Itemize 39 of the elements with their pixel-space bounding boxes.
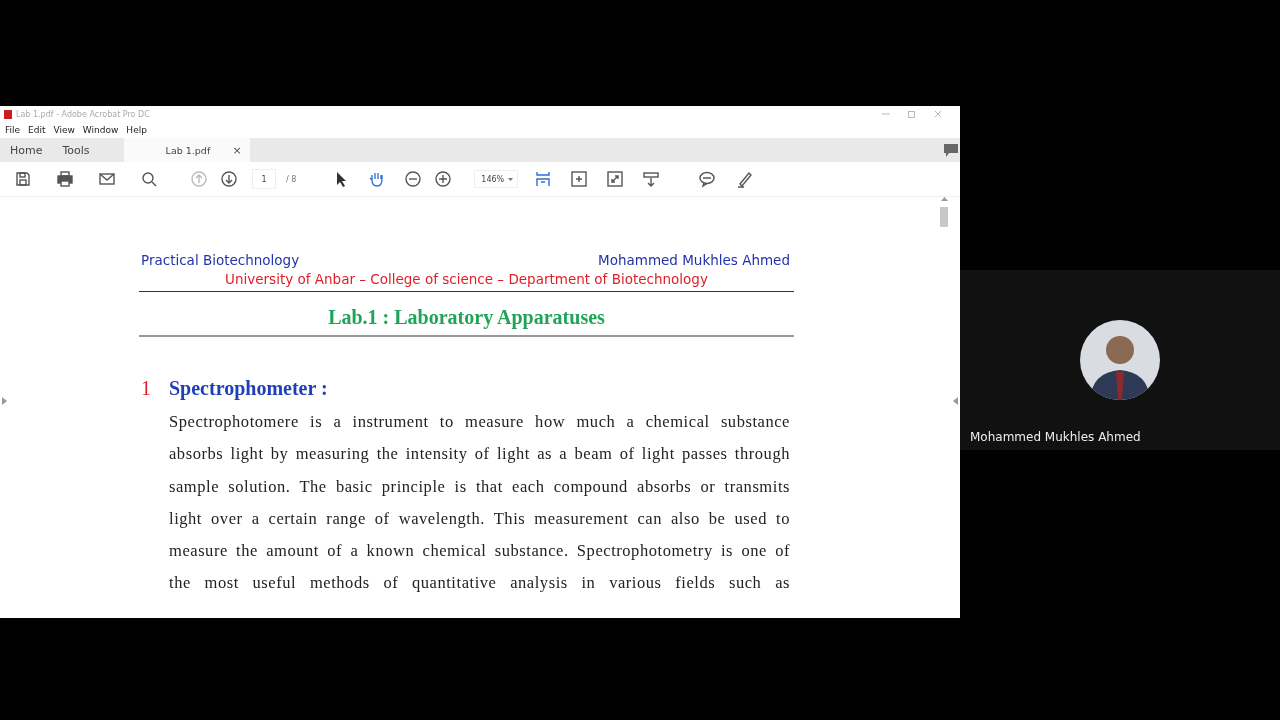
tab-close-button[interactable]: × <box>232 143 242 157</box>
section-number: 1 <box>140 377 151 400</box>
menu-item[interactable]: Help <box>126 125 147 135</box>
body-paragraph: Spectrophotomere is a instrument to measure how much a chemical substance absorbs light by measuring the intensity of light as a beam of light passes through sample solution. The basic principle is that each compound absorbs or transmits light over a certain range of wavelength. This measurement can also be used to measure the amount of a known chemical substance. Spectrophotometry is one of the most useful methods of quantitative analysis in various fields such as <box>169 411 790 595</box>
section-heading: Spectrophometer : <box>169 377 328 400</box>
participant-name: Mohammed Mukhles Ahmed <box>970 430 1141 444</box>
fit-page-icon[interactable] <box>534 170 553 188</box>
scrollbar-thumb[interactable] <box>940 207 948 227</box>
next-page-icon[interactable] <box>220 170 238 188</box>
author-name: Mohammed Mukhles Ahmed <box>598 252 790 268</box>
right-panel-arrow-icon[interactable] <box>953 397 958 405</box>
print-icon[interactable] <box>56 170 74 188</box>
fit-width-icon[interactable] <box>570 170 589 188</box>
header-text: Practical Biotechnology <box>141 252 300 268</box>
app-icon <box>4 109 12 119</box>
search-icon[interactable] <box>140 170 158 188</box>
document-title: Lab.1 : Laboratory Apparatuses <box>139 292 794 337</box>
comment-icon[interactable] <box>698 170 717 188</box>
scroll-up-icon[interactable] <box>940 197 948 201</box>
left-panel-arrow-icon[interactable] <box>2 397 7 405</box>
tab[interactable]: Home <box>0 138 53 162</box>
window-title: Lab 1.pdf - Adobe Acrobat Pro DC <box>16 109 150 119</box>
full-screen-icon[interactable] <box>606 170 625 188</box>
menu-item[interactable]: File <box>5 125 21 135</box>
mail-icon[interactable] <box>98 170 116 188</box>
comment-icon[interactable] <box>944 143 958 157</box>
caret-icon[interactable] <box>508 177 514 181</box>
save-icon[interactable] <box>14 170 32 188</box>
zoom-in-icon[interactable] <box>434 170 453 188</box>
zoom-out-icon[interactable] <box>404 170 423 188</box>
zoom-dropdown[interactable]: 146% <box>474 170 519 188</box>
menu-item[interactable]: View <box>53 125 75 135</box>
tab[interactable]: Lab 1.pdf × <box>123 138 250 162</box>
menu-item[interactable]: Window <box>82 125 119 135</box>
institution-line: University of Anbar – College of science – Department of Biotechnology <box>139 271 794 292</box>
tab[interactable]: Tools <box>52 138 100 162</box>
menu-item[interactable]: Edit <box>28 125 46 135</box>
page-number-field[interactable]: 1 <box>252 169 276 189</box>
page-count: / 8 <box>286 174 297 184</box>
